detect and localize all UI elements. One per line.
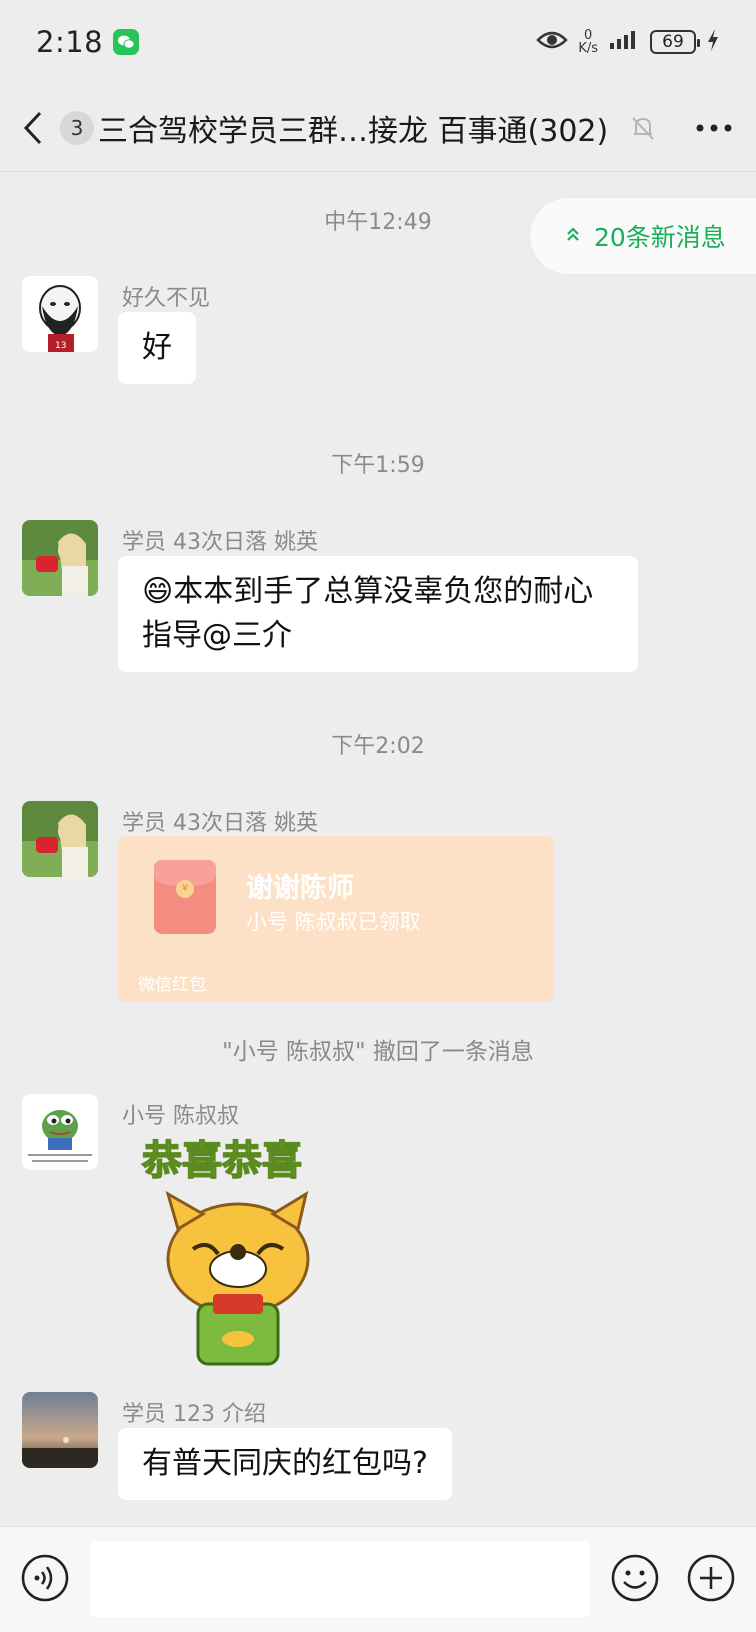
status-time: 2:18 xyxy=(36,25,104,59)
timestamp: 下午1:59 xyxy=(331,453,425,478)
sticker-caption: 恭喜恭喜 xyxy=(141,1138,302,1184)
wechat-notification-icon xyxy=(113,29,140,55)
unread-count-badge: 3 xyxy=(60,110,94,145)
avatar[interactable] xyxy=(22,1392,98,1468)
mute-bell-icon xyxy=(628,113,658,143)
message-input[interactable] xyxy=(90,1541,590,1617)
sender-name: 小号 陈叔叔 xyxy=(122,1104,239,1129)
red-packet-title: 谢谢陈师 xyxy=(246,873,354,904)
eye-icon xyxy=(536,29,569,55)
avatar[interactable]: 13 xyxy=(22,276,98,352)
status-bar: 2:18 0 K/s 69 xyxy=(0,0,756,84)
voice-input-button[interactable] xyxy=(20,1553,70,1603)
red-packet-status: 小号 陈叔叔已领取 xyxy=(246,910,421,934)
message-bubble[interactable]: 好 xyxy=(118,312,196,384)
charging-icon xyxy=(706,28,720,56)
sender-name: 学员 43次日落 姚英 xyxy=(122,811,318,836)
avatar[interactable] xyxy=(22,1094,98,1170)
input-bar xyxy=(0,1526,756,1632)
avatar[interactable] xyxy=(22,520,98,596)
grin-emoji: 😄 xyxy=(142,574,174,609)
more-dots-icon xyxy=(696,124,732,131)
svg-text:13: 13 xyxy=(55,341,66,351)
chevron-left-icon xyxy=(23,111,42,144)
chat-title: 三合驾校学员三群…接龙 百事通(302) xyxy=(98,113,609,149)
sender-name: 好久不见 xyxy=(122,286,211,311)
more-options-button[interactable] xyxy=(694,108,734,148)
chat-header: 3 三合驾校学员三群…接龙 百事通(302) xyxy=(0,84,756,172)
message-text: 有普天同庆的红包吗? xyxy=(142,1446,428,1481)
timestamp: 下午2:02 xyxy=(331,734,425,759)
more-actions-button[interactable] xyxy=(686,1553,736,1603)
avatar[interactable] xyxy=(22,801,98,877)
status-right: 0 K/s 69 xyxy=(536,28,720,56)
sender-name: 学员 43次日落 姚英 xyxy=(122,530,318,555)
smiley-icon xyxy=(611,1554,659,1602)
red-packet-footer: 微信红包 xyxy=(138,975,206,995)
signal-icon xyxy=(608,29,640,55)
red-envelope-icon: ¥ xyxy=(154,860,216,934)
red-packet-card[interactable]: ¥ 谢谢陈师 小号 陈叔叔已领取 微信红包 xyxy=(118,836,554,1002)
network-speed: 0 K/s xyxy=(578,29,598,55)
net-speed-unit: K/s xyxy=(578,41,598,56)
emoji-button[interactable] xyxy=(610,1553,660,1603)
message-bubble[interactable]: 😄本本到手了总算没辜负您的耐心指导@三介 xyxy=(118,556,638,672)
message-bubble[interactable]: 有普天同庆的红包吗? xyxy=(118,1428,452,1500)
message-text: 好 xyxy=(142,330,172,365)
voice-icon xyxy=(21,1554,69,1602)
back-button[interactable] xyxy=(22,108,56,148)
plus-icon xyxy=(687,1554,735,1602)
congrats-sticker[interactable]: 恭喜恭喜 xyxy=(138,1134,338,1374)
sender-name: 学员 123 介绍 xyxy=(122,1402,266,1427)
message-text: 本本到手了总算没辜负您的耐心指导@三介 xyxy=(142,574,594,653)
battery-indicator: 69 xyxy=(650,30,700,54)
timestamp: 中午12:49 xyxy=(324,210,432,235)
recall-notice: "小号 陈叔叔" 撤回了一条消息 xyxy=(222,1039,534,1065)
